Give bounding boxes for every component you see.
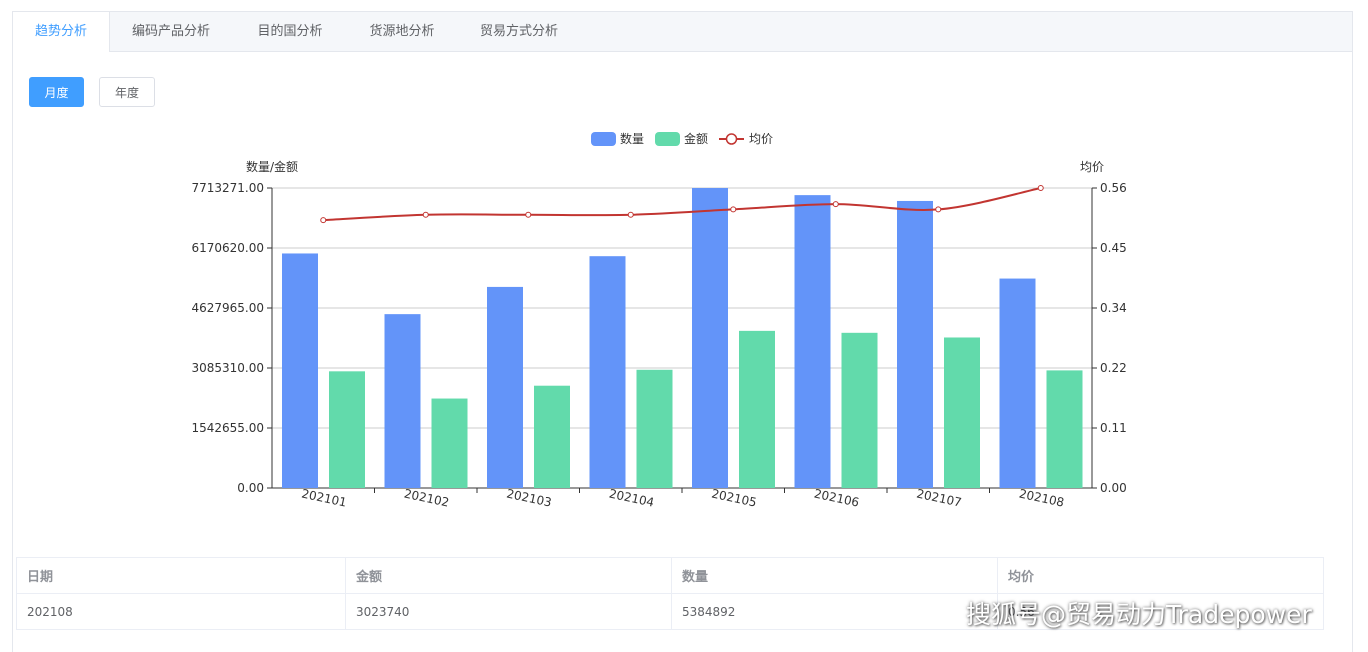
bar-amount	[841, 332, 878, 488]
left-tick-label: 3085310.00	[191, 361, 264, 375]
legend-label-quantity: 数量	[620, 131, 644, 146]
point-avg-price	[320, 217, 327, 224]
bar-amount	[1046, 370, 1083, 488]
legend-swatch-avg-marker	[725, 133, 738, 145]
column-header-quantity[interactable]: 数量	[671, 557, 998, 594]
legend-swatch-quantity	[591, 132, 616, 146]
bar-amount	[534, 385, 570, 488]
column-header-amount[interactable]: 金额	[345, 557, 672, 594]
bar-quantity	[282, 253, 318, 488]
column-header-avg-price[interactable]: 均价	[997, 557, 1324, 594]
right-tick-label: 0.00	[1100, 481, 1127, 495]
right-tick-label: 0.11	[1100, 421, 1127, 435]
point-avg-price	[832, 201, 839, 208]
bar-amount	[739, 330, 775, 488]
left-tick-label: 1542655.00	[191, 421, 264, 435]
legend-label-amount: 金额	[684, 131, 708, 146]
right-tick-label: 0.22	[1100, 361, 1127, 375]
bar-quantity	[794, 195, 831, 488]
x-tick-label: 202107	[915, 486, 963, 509]
point-avg-price	[1037, 185, 1044, 191]
left-tick-label: 6170620.00	[191, 241, 264, 255]
point-avg-price	[422, 211, 429, 218]
bar-amount	[329, 371, 365, 488]
column-header-date[interactable]: 日期	[16, 557, 346, 594]
x-tick-label: 202108	[1018, 486, 1066, 509]
x-tick-label: 202102	[403, 486, 451, 509]
bar-quantity	[692, 188, 728, 488]
legend-label-avg-price: 均价	[749, 132, 773, 146]
left-tick-label: 4627965.00	[191, 301, 264, 315]
point-avg-price	[627, 211, 634, 218]
bar-amount	[636, 369, 673, 488]
left-tick-label: 7713271.00	[191, 181, 264, 195]
table-header-row: 日期 金额 数量 均价	[16, 557, 1324, 594]
legend-swatch-amount	[655, 132, 680, 146]
x-tick-label: 202105	[710, 486, 758, 509]
right-axis-name: 均价	[1080, 160, 1104, 174]
x-tick-label: 202106	[813, 486, 861, 509]
cell-amount: 3023740	[345, 593, 672, 630]
trend-chart: 0.00 0.00 1542655.00 0.11 3085310.00 0.22 4627…	[191, 131, 1127, 510]
line-avg-price	[323, 187, 1041, 222]
bar-amount	[944, 337, 980, 488]
right-tick-label: 0.34	[1100, 301, 1127, 315]
left-axis-name: 数量/金额	[246, 159, 298, 174]
left-tick-label: 0.00	[237, 481, 264, 495]
bar-quantity	[999, 278, 1036, 488]
cell-date: 202108	[16, 593, 346, 630]
x-tick-label: 202101	[300, 486, 348, 509]
right-tick-label: 0.45	[1100, 241, 1127, 255]
bar-amount	[431, 398, 468, 488]
watermark: 搜狐号@贸易动力Tradepower	[966, 600, 1312, 629]
right-tick-label: 0.56	[1100, 181, 1127, 195]
bar-quantity	[589, 256, 626, 488]
cell-quantity: 5384892	[671, 593, 998, 630]
bar-quantity	[487, 286, 523, 488]
point-avg-price	[525, 211, 532, 218]
bar-quantity	[897, 200, 933, 488]
x-tick-label: 202103	[505, 486, 553, 509]
x-tick-label: 202104	[608, 486, 656, 509]
point-avg-price	[730, 206, 737, 213]
point-avg-price	[935, 206, 942, 213]
bar-quantity	[384, 314, 421, 488]
